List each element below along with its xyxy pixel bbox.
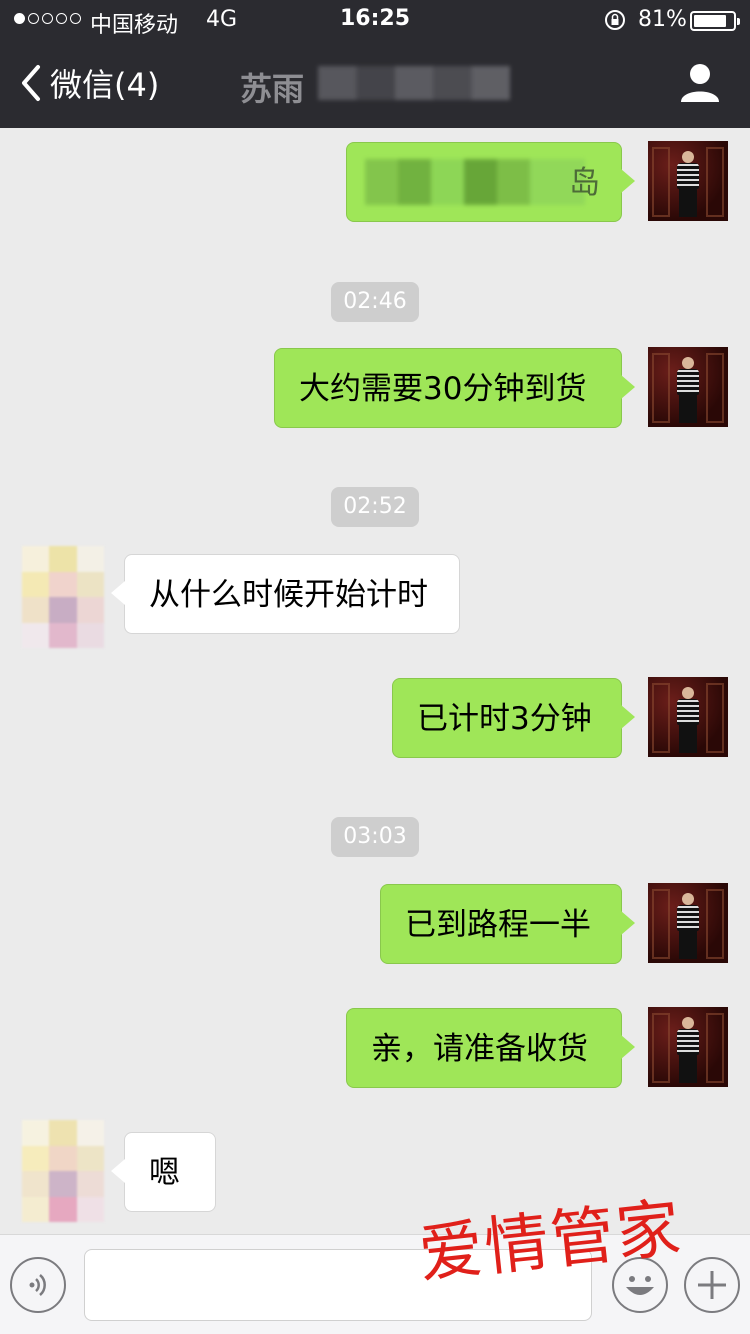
message-input[interactable] xyxy=(84,1249,592,1321)
message-text: 已计时3分钟 xyxy=(417,701,592,737)
person-icon[interactable] xyxy=(678,60,722,104)
chat-header: 微信(4) 苏雨 xyxy=(0,40,750,128)
chat-title: 苏雨 xyxy=(240,70,305,108)
message-bubble-incoming[interactable]: 从什么时候开始计时 xyxy=(111,554,460,634)
message-text: 岛 xyxy=(569,165,600,201)
message-bubble-incoming[interactable]: 嗯 xyxy=(111,1132,216,1212)
message-text: 已到路程一半 xyxy=(405,907,591,943)
message-bubble-outgoing[interactable]: 已到路程一半 xyxy=(380,884,635,964)
status-bar: 中国移动 4G 16:25 81% xyxy=(0,0,750,40)
voice-icon xyxy=(29,1274,46,1296)
timestamp: 03:03 xyxy=(0,817,750,857)
message-text: 嗯 xyxy=(149,1155,180,1191)
message-text: 从什么时候开始计时 xyxy=(149,577,428,613)
self-avatar[interactable] xyxy=(648,141,728,221)
message-bubble-outgoing[interactable]: 大约需要30分钟到货 xyxy=(274,348,635,428)
input-bar xyxy=(0,1234,750,1334)
blurred-text xyxy=(365,159,585,205)
message-bubble-outgoing[interactable]: 岛 xyxy=(346,142,635,222)
message-text: 大约需要30分钟到货 xyxy=(299,371,587,407)
self-avatar[interactable] xyxy=(648,347,728,427)
blurred-name xyxy=(318,66,510,100)
voice-button[interactable] xyxy=(10,1257,66,1313)
contact-avatar[interactable] xyxy=(22,1120,104,1222)
message-bubble-outgoing[interactable]: 已计时3分钟 xyxy=(392,678,635,758)
timestamp: 02:46 xyxy=(0,282,750,322)
emoji-button[interactable] xyxy=(612,1257,668,1313)
battery-icon xyxy=(690,11,740,31)
chevron-left-icon xyxy=(22,65,40,101)
plus-icon xyxy=(698,1271,726,1299)
back-label: 微信(4) xyxy=(50,66,160,104)
message-text: 亲，请准备收货 xyxy=(371,1031,588,1067)
message-bubble-outgoing[interactable]: 亲，请准备收货 xyxy=(346,1008,635,1088)
contact-avatar[interactable] xyxy=(22,546,104,648)
self-avatar[interactable] xyxy=(648,677,728,757)
back-button[interactable]: 微信(4) xyxy=(18,60,159,106)
rotation-lock-icon xyxy=(605,10,625,30)
plus-button[interactable] xyxy=(684,1257,740,1313)
timestamp: 02:52 xyxy=(0,487,750,527)
battery-percent: 81% xyxy=(638,7,687,32)
smiley-icon xyxy=(626,1276,654,1295)
self-avatar[interactable] xyxy=(648,883,728,963)
self-avatar[interactable] xyxy=(648,1007,728,1087)
